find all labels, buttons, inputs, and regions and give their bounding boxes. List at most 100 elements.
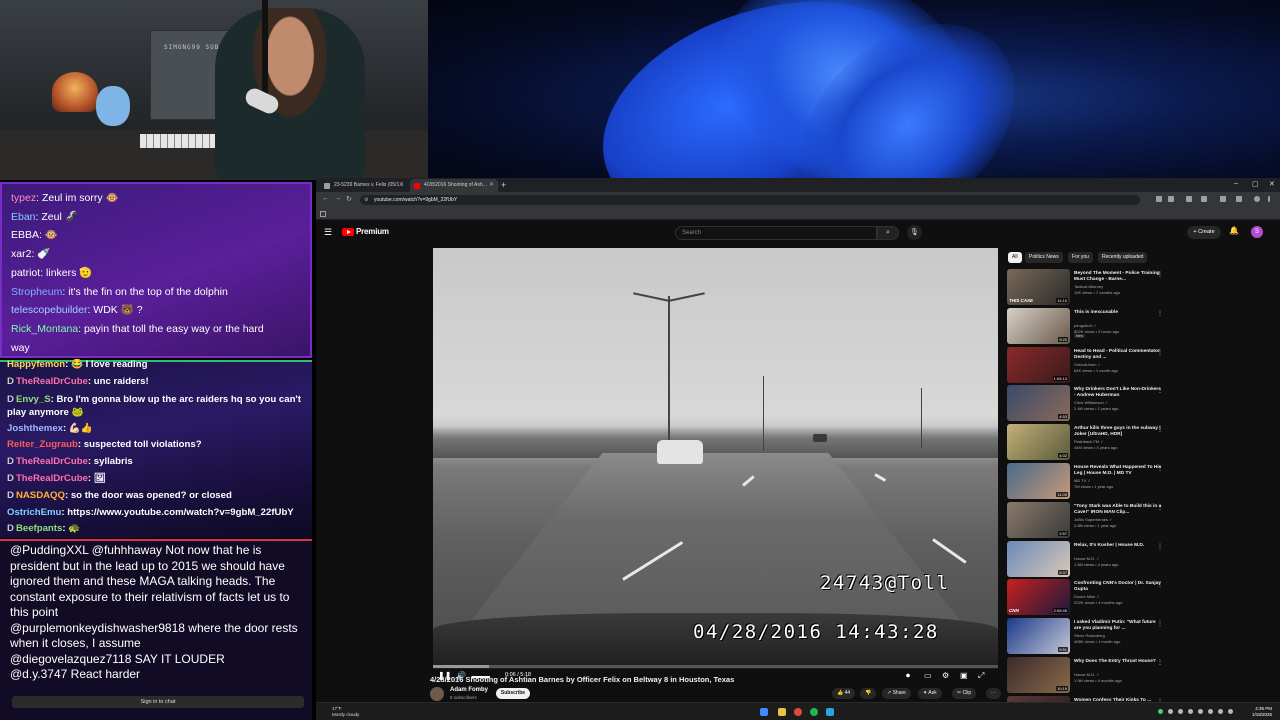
close-tab-icon[interactable]: ✕ bbox=[399, 179, 404, 192]
extension-icon[interactable] bbox=[1186, 196, 1192, 202]
file-explorer-icon[interactable] bbox=[778, 708, 786, 716]
chat-username[interactable]: NASDAQQ bbox=[16, 490, 65, 501]
recommendation-channel[interactable]: Chris Williamson ✓ bbox=[1074, 400, 1162, 406]
recommendation-channel[interactable]: JoBlo Superheroes ✓ bbox=[1074, 517, 1162, 523]
wifi-icon[interactable] bbox=[1218, 709, 1223, 714]
ask-button[interactable]: ✦ Ask bbox=[918, 688, 942, 699]
menu-icon[interactable]: ☰ bbox=[324, 227, 332, 238]
recommendation-title[interactable]: Arthur kills three guys in the subway | … bbox=[1074, 426, 1162, 438]
close-window-icon[interactable]: ✕ bbox=[1269, 180, 1275, 188]
tab-youtube-video[interactable]: 4/28/2016 Shooting of Ash... ✕ bbox=[410, 179, 498, 192]
recommendation-channel[interactable]: OxfordUnion ✓ bbox=[1074, 362, 1162, 368]
youtube-logo-icon[interactable] bbox=[342, 228, 354, 236]
recommendation-title[interactable]: Head to Head - Political Commentator Des… bbox=[1074, 349, 1162, 361]
chat-username[interactable]: Joshthemex bbox=[7, 423, 63, 434]
recommendation-channel[interactable]: House M.D. ✓ bbox=[1074, 672, 1162, 678]
extension-icon[interactable] bbox=[1156, 196, 1162, 202]
chip-politics-news[interactable]: Politics News bbox=[1025, 252, 1063, 263]
recommendation-thumbnail[interactable]: 10:19 bbox=[1007, 657, 1070, 693]
tray-icon[interactable] bbox=[1168, 709, 1173, 714]
site-info-icon[interactable]: ⚙ bbox=[364, 195, 368, 205]
more-options-icon[interactable]: ⋮ bbox=[1157, 659, 1163, 666]
search-input[interactable]: Search bbox=[675, 226, 877, 240]
recommendation-title[interactable]: House Reveals What Happened To His Leg |… bbox=[1074, 465, 1162, 477]
chip-for-you[interactable]: For you bbox=[1068, 252, 1093, 263]
weather-widget[interactable]: 17°F Mostly cloudy bbox=[322, 706, 359, 717]
recommendation-thumbnail[interactable]: 5:37 bbox=[1007, 540, 1070, 577]
chip-recently-uploaded[interactable]: Recently uploaded bbox=[1098, 252, 1148, 263]
chat-username[interactable]: Eban bbox=[11, 211, 36, 223]
system-clock[interactable]: 4:35 PM 1/19/2026 bbox=[1252, 706, 1272, 718]
recommendation-thumbnail[interactable]: 11:09 bbox=[1007, 463, 1070, 499]
recommendation-channel[interactable]: Doctor Mike ✓ bbox=[1074, 594, 1162, 600]
tray-icon[interactable] bbox=[1208, 709, 1213, 714]
chat-username[interactable]: EBBA bbox=[11, 229, 39, 241]
share-button[interactable]: ↗ Share bbox=[882, 688, 911, 699]
volume-icon[interactable] bbox=[1228, 709, 1233, 714]
tab-supreme-court[interactable]: 23-5239 Barnes v. Felix (05/1... ✕ bbox=[320, 179, 408, 192]
video-player[interactable]: 24743@Toll 04/28/2016 14:43:28 bbox=[433, 248, 998, 669]
more-options-icon[interactable]: ⋮ bbox=[1157, 620, 1163, 627]
more-options-icon[interactable]: ⋮ bbox=[1157, 349, 1163, 356]
clip-button[interactable]: ✂ Clip bbox=[952, 688, 977, 699]
chat-username[interactable]: Stropheum bbox=[11, 286, 62, 298]
notifications-icon[interactable]: 🔔 bbox=[1229, 226, 1239, 235]
recommendation-title[interactable]: Beyond The Moment - Police Training Must… bbox=[1074, 271, 1162, 283]
new-tab-button[interactable]: + bbox=[501, 179, 506, 191]
more-options-icon[interactable]: ⋮ bbox=[1157, 426, 1163, 433]
recommendation-card[interactable]: 5:37 Relax, It's Kosher | House M.D. House… bbox=[1007, 540, 1277, 578]
recommendation-card[interactable]: 9:51 I asked Vladimir Putin: "What future… bbox=[1007, 618, 1277, 655]
recommendation-channel[interactable]: Tactical Attorney bbox=[1074, 284, 1162, 290]
more-options-icon[interactable]: ⋮ bbox=[1157, 581, 1163, 588]
recommendation-thumbnail[interactable]: 4:02 bbox=[1007, 424, 1070, 461]
start-icon[interactable] bbox=[760, 708, 768, 716]
recommendation-thumbnail[interactable]: CNN 2:05:45 bbox=[1007, 579, 1070, 616]
tray-icon[interactable] bbox=[1198, 709, 1203, 714]
recommendation-card[interactable]: CNN 2:05:45 Confronting CNN's Doctor | Dr.… bbox=[1007, 579, 1277, 616]
reload-icon[interactable]: ↻ bbox=[346, 195, 352, 203]
recommendation-title[interactable]: Confronting CNN's Doctor | Dr. Sanjay Gu… bbox=[1074, 581, 1162, 593]
apps-icon[interactable] bbox=[320, 211, 326, 217]
recommendation-title[interactable]: Why Drinkers Don't Like Non-Drinkers - A… bbox=[1074, 387, 1162, 399]
recommendation-card[interactable]: 1:06:13 Head to Head - Political Commenta… bbox=[1007, 346, 1277, 384]
chat-username[interactable]: typez bbox=[11, 192, 36, 204]
tray-icon[interactable] bbox=[1178, 709, 1183, 714]
back-icon[interactable]: ← bbox=[322, 195, 329, 202]
like-button[interactable]: 👍 44 bbox=[832, 688, 856, 699]
chat-username[interactable]: TheRealDrCube bbox=[16, 376, 88, 387]
minimize-icon[interactable]: – bbox=[1234, 180, 1238, 187]
chat-username[interactable]: Reiter_Zugraub bbox=[7, 439, 78, 450]
recommendation-thumbnail[interactable]: THIS CASE 11:10 bbox=[1007, 269, 1070, 305]
recommendation-title[interactable]: "Tony Stark was Able to Build this in a … bbox=[1074, 504, 1162, 516]
recommendation-channel[interactable]: Steve Rosenberg bbox=[1074, 633, 1162, 639]
recommendation-thumbnail[interactable]: 1:06:13 bbox=[1007, 346, 1070, 383]
maximize-icon[interactable]: ▢ bbox=[1252, 180, 1259, 188]
menu-icon[interactable] bbox=[1268, 196, 1270, 202]
recommendation-thumbnail[interactable]: 9:51 bbox=[1007, 618, 1070, 655]
recommendation-card[interactable]: 9:20 This is inexcusable penguinz0 ✓ 802K v… bbox=[1007, 307, 1277, 345]
dislike-button[interactable]: 👎 bbox=[860, 688, 877, 699]
recommendation-title[interactable]: This is inexcusable bbox=[1074, 310, 1162, 316]
tray-icon[interactable] bbox=[1188, 709, 1193, 714]
chat-username[interactable]: patriot bbox=[11, 267, 40, 279]
more-options-icon[interactable]: ⋮ bbox=[1157, 465, 1163, 472]
recommendation-title[interactable]: Why Does The Entry Thrust House? bbox=[1074, 659, 1162, 665]
extension-icon[interactable] bbox=[1201, 196, 1207, 202]
close-tab-icon[interactable]: ✕ bbox=[489, 179, 494, 192]
extension-icon[interactable] bbox=[1236, 196, 1242, 202]
more-options-icon[interactable]: ⋮ bbox=[1157, 310, 1163, 317]
recommendation-thumbnail[interactable]: 9:20 bbox=[1007, 307, 1070, 344]
recommendation-channel[interactable]: House M.D. ✓ bbox=[1074, 556, 1162, 562]
chat-username[interactable]: xar2 bbox=[11, 248, 31, 260]
spotify-icon[interactable] bbox=[810, 708, 818, 716]
chat-username[interactable]: Happyfemon bbox=[7, 359, 65, 370]
recommendation-title[interactable]: Relax, It's Kosher | House M.D. bbox=[1074, 543, 1162, 549]
tray-icon[interactable] bbox=[1158, 709, 1163, 714]
chrome-icon[interactable] bbox=[794, 708, 802, 716]
profile-icon[interactable] bbox=[1254, 196, 1260, 202]
voice-search-icon[interactable]: 🎙 bbox=[907, 225, 922, 240]
recommendation-card[interactable]: 4:02 Arthur kills three guys in the subwa… bbox=[1007, 424, 1277, 461]
url-input[interactable]: ⚙ youtube.com/watch?v=9gbM_22fUbY bbox=[360, 195, 1140, 205]
create-button[interactable]: + Create bbox=[1187, 226, 1221, 239]
channel-avatar[interactable] bbox=[430, 687, 444, 701]
